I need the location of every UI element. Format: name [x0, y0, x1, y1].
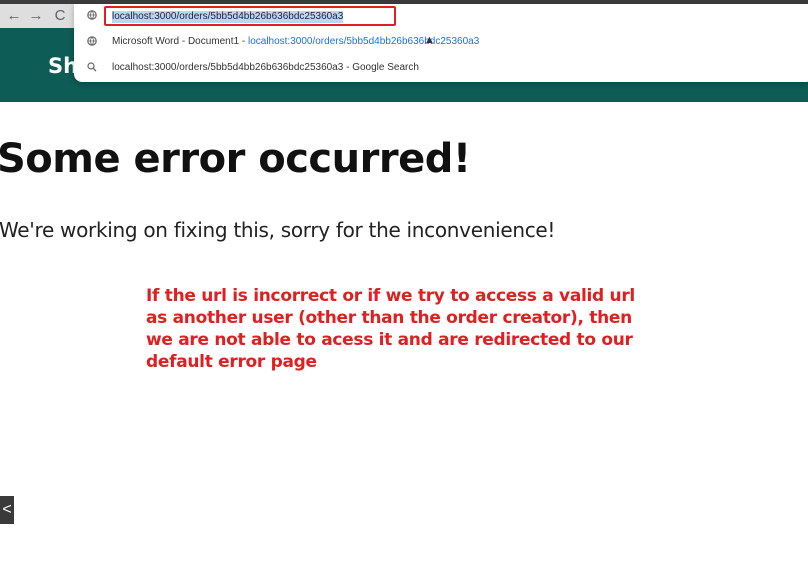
- omnibox-input-row: localhost:3000/orders/5bb5d4bb26b636bdc2…: [74, 4, 808, 30]
- search-icon: [86, 62, 98, 74]
- reload-button[interactable]: C: [50, 6, 70, 26]
- address-bar-input[interactable]: localhost:3000/orders/5bb5d4bb26b636bdc2…: [104, 6, 396, 26]
- omnibox-suggestion-search[interactable]: localhost:3000/orders/5bb5d4bb26b636bdc2…: [74, 56, 808, 82]
- suggestion-separator: -: [239, 36, 248, 47]
- annotation-line: default error page: [146, 352, 317, 372]
- back-button[interactable]: ←: [4, 6, 24, 26]
- page-subtitle: We're working on fixing this, sorry for …: [0, 218, 556, 242]
- previous-arrow-button[interactable]: <: [0, 496, 14, 524]
- annotation-note: If the url is incorrect or if we try to …: [146, 285, 635, 373]
- page-title: Some error occurred!: [0, 136, 471, 182]
- mouse-cursor-icon: ▲: [424, 34, 435, 46]
- suggestion-url: localhost:3000/orders/5bb5d4bb26b636bdc2…: [247, 36, 480, 47]
- suggestion-title: Microsoft Word - Document1: [112, 36, 240, 47]
- omnibox-dropdown: localhost:3000/orders/5bb5d4bb26b636bdc2…: [74, 4, 808, 82]
- forward-button[interactable]: →: [26, 6, 46, 26]
- annotation-line: we are not able to acess it and are redi…: [146, 330, 633, 350]
- annotation-line: If the url is incorrect or if we try to …: [146, 286, 635, 306]
- address-bar-url-text: localhost:3000/orders/5bb5d4bb26b636bdc2…: [112, 11, 344, 23]
- annotation-line: as another user (other than the order cr…: [146, 308, 632, 328]
- globe-icon: [86, 10, 98, 22]
- suggestion-text: localhost:3000/orders/5bb5d4bb26b636bdc2…: [112, 62, 419, 73]
- globe-icon: [86, 36, 98, 48]
- omnibox-suggestion-history[interactable]: Microsoft Word - Document1 - localhost:3…: [74, 30, 808, 56]
